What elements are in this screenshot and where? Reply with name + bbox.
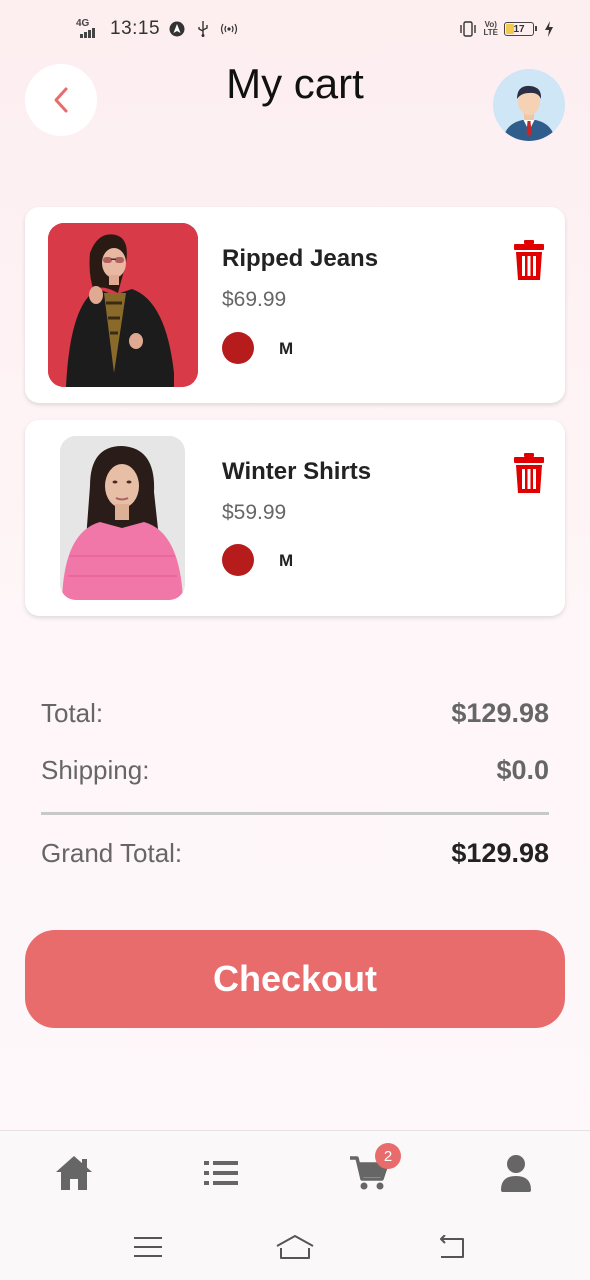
product-size: M — [279, 339, 294, 358]
total-value: $129.98 — [451, 698, 549, 728]
battery-level: 17 — [513, 23, 525, 35]
home-button[interactable] — [275, 1232, 315, 1262]
clock: 13:15 — [110, 18, 161, 39]
nav-cart[interactable]: 2 — [349, 1143, 401, 1193]
volte-indicator: Vo) LTE — [483, 21, 498, 37]
cart-item[interactable]: Ripped Jeans $69.99 M — [25, 207, 565, 403]
system-home-icon — [276, 1235, 314, 1259]
battery-icon: 17 — [504, 22, 537, 36]
volte-line-2: LTE — [483, 28, 498, 37]
nav-profile[interactable] — [496, 1153, 536, 1193]
shipping-row: Shipping: $0.0 — [41, 755, 549, 786]
user-avatar-icon — [493, 69, 565, 141]
product-price: $59.99 — [222, 501, 287, 524]
list-icon — [204, 1161, 238, 1185]
bottom-nav: 2 — [0, 1130, 590, 1214]
trash-icon — [514, 240, 544, 280]
menu-icon — [134, 1237, 162, 1257]
status-bar: 4G 13:15 Vo) LTE 17 — [0, 0, 590, 62]
product-price: $69.99 — [222, 288, 287, 311]
summary-divider — [41, 812, 549, 815]
cart-item[interactable]: Winter Shirts $59.99 M — [25, 420, 565, 616]
shipping-label: Shipping: — [41, 755, 150, 785]
product-name: Winter Shirts — [222, 458, 372, 485]
vibrate-icon — [459, 20, 477, 38]
trash-icon — [514, 453, 544, 493]
delete-button[interactable] — [513, 453, 545, 493]
color-swatch — [222, 332, 254, 364]
back-arrow-icon — [440, 1235, 464, 1258]
home-icon — [56, 1156, 92, 1190]
nav-list[interactable] — [201, 1153, 241, 1193]
product-image — [48, 223, 198, 387]
profile-icon — [501, 1155, 531, 1192]
cart-badge: 2 — [375, 1143, 401, 1169]
signal-icon: 4G — [76, 18, 102, 40]
grand-total-label: Grand Total: — [41, 838, 183, 868]
system-navigation-bar — [0, 1214, 590, 1280]
checkout-button[interactable]: Checkout — [25, 930, 565, 1028]
product-size: M — [279, 551, 294, 570]
avatar[interactable] — [493, 69, 565, 141]
navigation-icon — [168, 20, 186, 38]
product-name: Ripped Jeans — [222, 245, 379, 272]
charging-icon — [540, 20, 558, 38]
nav-home[interactable] — [54, 1153, 94, 1193]
back-system-button[interactable] — [430, 1232, 470, 1262]
grand-total-value: $129.98 — [451, 838, 549, 868]
color-swatch — [222, 544, 254, 576]
recents-button[interactable] — [128, 1232, 168, 1262]
product-image — [60, 436, 185, 600]
shipping-value: $0.0 — [496, 755, 549, 785]
grand-total-row: Grand Total: $129.98 — [41, 838, 549, 869]
delete-button[interactable] — [513, 240, 545, 280]
hotspot-icon — [220, 20, 238, 38]
total-label: Total: — [41, 698, 104, 728]
total-row: Total: $129.98 — [41, 698, 549, 729]
usb-icon — [194, 20, 212, 38]
